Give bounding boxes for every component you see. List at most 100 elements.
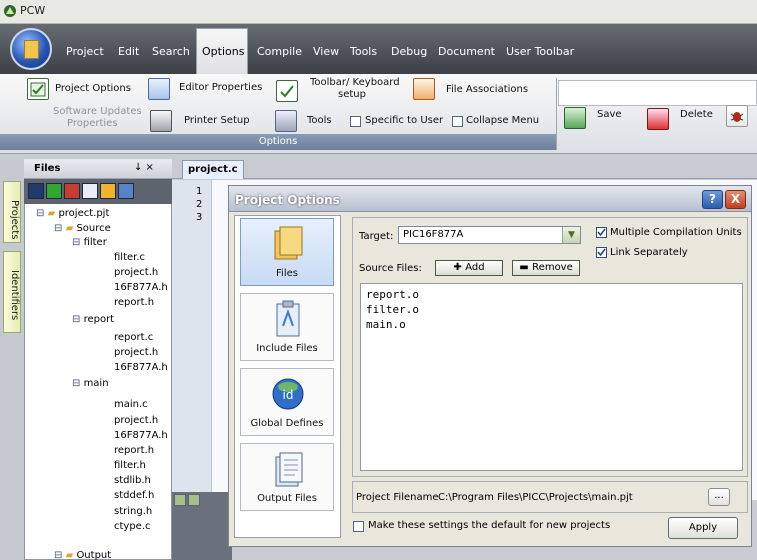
expand-toggle-icon[interactable]: ⊟ xyxy=(72,314,84,325)
tree-item[interactable]: ⊟ main xyxy=(72,378,109,389)
default-settings-checkbox[interactable] xyxy=(353,521,364,532)
open-folder-icon[interactable] xyxy=(28,183,44,199)
tree-item[interactable]: 16F877A.h xyxy=(114,430,168,441)
category-files[interactable]: Files xyxy=(240,218,334,286)
menu-document[interactable]: Document xyxy=(438,45,495,58)
menu-search[interactable]: Search xyxy=(152,45,190,58)
scroll-left-icon[interactable] xyxy=(174,494,186,506)
toolbar-keyboard-setup-button[interactable]: Toolbar/ Keyboard xyxy=(310,77,400,88)
tree-item[interactable]: ⊟ ▰ project.pjt xyxy=(36,208,109,219)
expand-toggle-icon[interactable]: ⊟ xyxy=(72,237,84,248)
tree-item[interactable]: ctype.c xyxy=(114,521,151,532)
panel-pin-close-controls[interactable]: ↓ × xyxy=(134,162,154,173)
project-options-button[interactable]: Project Options xyxy=(55,83,131,94)
collapse-menu-checkbox[interactable] xyxy=(452,116,463,127)
menu-bar xyxy=(0,24,757,74)
project-file-tree: ⊟ ▰ project.pjt ⊟ ▰ Source ⊟ filter filter.… xyxy=(24,206,172,560)
tree-item-label: filter.c xyxy=(114,252,146,263)
tree-item[interactable]: project.h xyxy=(114,415,158,426)
list-item[interactable]: report.o xyxy=(366,287,737,302)
expand-toggle-icon[interactable]: ⊟ xyxy=(54,550,66,560)
close-button[interactable]: X xyxy=(725,190,746,209)
folder-icon: ▰ xyxy=(65,223,77,234)
tree-item-label: project.pjt xyxy=(58,208,110,219)
compile-icon[interactable] xyxy=(100,183,116,199)
menu-debug[interactable]: Debug xyxy=(391,45,427,58)
software-updates-button[interactable]: Software Updates xyxy=(53,106,142,117)
tree-item[interactable]: ⊟ filter xyxy=(72,237,107,248)
collapse-menu-label: Collapse Menu xyxy=(466,115,540,126)
ribbon-right-input[interactable] xyxy=(558,80,757,106)
bug-icon[interactable] xyxy=(726,105,748,127)
file-associations-button[interactable]: File Associations xyxy=(446,84,528,95)
line-number: 2 xyxy=(196,199,203,210)
tree-item[interactable]: main.c xyxy=(114,399,148,410)
project-options-icon xyxy=(27,78,49,100)
list-item[interactable]: main.o xyxy=(366,317,737,332)
category-global-defines[interactable]: id Global Defines xyxy=(240,368,334,436)
scroll-right-icon[interactable] xyxy=(188,494,200,506)
menu-view[interactable]: View xyxy=(313,45,339,58)
apply-button[interactable]: Apply xyxy=(668,517,738,539)
tree-item[interactable]: stddef.h xyxy=(114,490,154,501)
source-files-list[interactable]: report.o filter.o main.o xyxy=(360,283,743,471)
document-stack-icon xyxy=(275,452,303,487)
multiple-compilation-units-checkbox[interactable] xyxy=(596,227,607,238)
expand-toggle-icon[interactable]: ⊟ xyxy=(72,378,84,389)
identifiers-side-tab[interactable]: Identifiers xyxy=(3,251,21,333)
list-item[interactable]: filter.o xyxy=(366,302,737,317)
tree-item[interactable]: string.h xyxy=(114,506,152,517)
printer-setup-button[interactable]: Printer Setup xyxy=(184,115,250,126)
chevron-down-icon[interactable]: ▼ xyxy=(562,227,580,243)
tree-item[interactable]: ⊟ ▰ Source xyxy=(54,223,111,234)
category-output-files[interactable]: Output Files xyxy=(240,443,334,511)
tree-item[interactable]: report.c xyxy=(114,332,153,343)
help-button[interactable]: ? xyxy=(702,190,723,209)
properties-icon[interactable] xyxy=(82,183,98,199)
menu-tools[interactable]: Tools xyxy=(350,45,377,58)
target-select[interactable]: PIC16F877A xyxy=(398,226,581,244)
tree-item[interactable]: project.h xyxy=(114,267,158,278)
tree-item[interactable]: report.h xyxy=(114,297,154,308)
expand-toggle-icon[interactable]: ⊟ xyxy=(54,223,66,234)
tree-item[interactable]: filter.h xyxy=(114,460,146,471)
category-include-files[interactable]: Include Files xyxy=(240,293,334,361)
editor-properties-button[interactable]: Editor Properties xyxy=(179,82,262,93)
remove-file-icon[interactable] xyxy=(64,183,80,199)
tree-item[interactable]: 16F877A.h xyxy=(114,282,168,293)
editor-tab-project-c[interactable]: project.c xyxy=(182,160,244,179)
specific-to-user-label: Specific to User xyxy=(365,115,444,126)
menu-project[interactable]: Project xyxy=(66,45,104,58)
projects-side-tab[interactable]: Projects xyxy=(3,181,21,243)
folder-icon xyxy=(24,40,39,59)
tree-item[interactable]: stdlib.h xyxy=(114,475,151,486)
specific-to-user-checkbox[interactable] xyxy=(350,116,361,127)
menu-compile[interactable]: Compile xyxy=(257,45,302,58)
application-orb-button[interactable] xyxy=(10,28,52,70)
browse-button[interactable]: ... xyxy=(708,488,730,506)
link-separately-checkbox[interactable] xyxy=(596,247,607,258)
tree-item[interactable]: filter.c xyxy=(114,252,145,263)
menu-options[interactable]: Options xyxy=(202,45,244,58)
tree-item[interactable]: ⊟ ▰ Output xyxy=(54,550,111,560)
tools-icon xyxy=(275,110,297,132)
tree-view-icon[interactable] xyxy=(118,183,134,199)
window-title: PCW xyxy=(20,4,46,17)
add-file-icon[interactable] xyxy=(46,183,62,199)
tree-item[interactable]: ⊟ report xyxy=(72,314,114,325)
tree-item[interactable]: project.h xyxy=(114,347,158,358)
line-number-gutter: 1 2 3 xyxy=(172,180,212,492)
menu-user-toolbar[interactable]: User Toolbar xyxy=(506,45,574,58)
add-button[interactable]: ✚ Add xyxy=(435,260,503,276)
plus-icon: ✚ xyxy=(453,262,466,273)
menu-edit[interactable]: Edit xyxy=(118,45,139,58)
tree-item[interactable]: report.h xyxy=(114,445,154,456)
minus-icon: ▬ xyxy=(519,262,533,273)
remove-button[interactable]: ▬ Remove xyxy=(512,260,580,276)
tree-item[interactable]: 16F877A.h xyxy=(114,362,168,373)
delete-button[interactable]: Delete xyxy=(680,109,713,120)
save-button[interactable]: Save xyxy=(597,109,622,120)
expand-toggle-icon[interactable]: ⊟ xyxy=(36,208,48,219)
tools-button[interactable]: Tools xyxy=(307,115,332,126)
tree-item-label: filter.h xyxy=(114,460,146,471)
